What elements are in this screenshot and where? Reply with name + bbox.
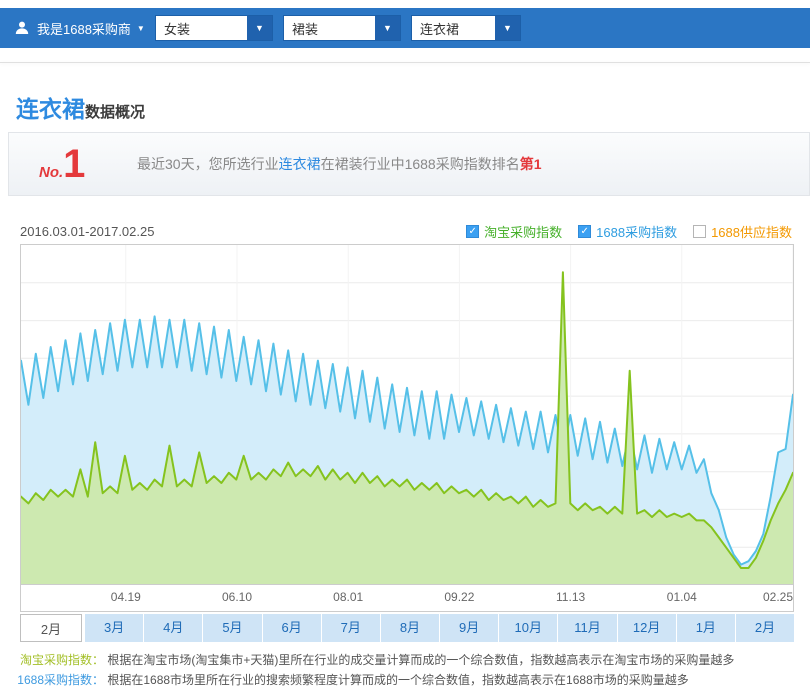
month-tab[interactable]: 10月 [499, 614, 558, 642]
index-trend-chart: 04.19 06.10 08.01 09.22 11.13 01.04 02.2… [20, 244, 794, 612]
checkbox-icon[interactable] [693, 225, 706, 238]
month-tab[interactable]: 5月 [203, 614, 262, 642]
header-divider [0, 62, 810, 63]
x-tick-label: 06.10 [222, 590, 252, 604]
x-tick-label: 04.19 [111, 590, 141, 604]
month-tab[interactable]: 1月 [677, 614, 736, 642]
month-tab[interactable]: 7月 [322, 614, 381, 642]
category-dropdown-level1[interactable]: 女装 ▼ [155, 15, 273, 41]
date-range-label: 2016.03.01-2017.02.25 [20, 224, 154, 239]
legend-1688-purchase-index[interactable]: 1688采购指数 [578, 222, 677, 241]
rank-banner: No. 1 最近30天，您所选行业连衣裙在裙装行业中1688采购指数排名第1 [8, 132, 810, 196]
title-suffix: 数据概况 [85, 104, 145, 121]
month-tab[interactable]: 9月 [440, 614, 499, 642]
chart-meta-row: 2016.03.01-2017.02.25 淘宝采购指数 1688采购指数 16… [20, 222, 792, 240]
rank-no-value: 1 [63, 144, 85, 184]
alibaba-index-description: 1688采购指数： 根据在1688市场里所在行业的搜索频繁程度计算而成的一个综合… [16, 670, 796, 690]
chart-canvas [21, 245, 793, 585]
banner-rank-highlight: 第1 [520, 156, 542, 172]
chevron-down-icon: ▼ [137, 24, 145, 33]
taobao-index-description: 淘宝采购指数： 根据在淘宝市场(淘宝集市+天猫)里所在行业的成交量计算而成的一个… [16, 650, 796, 670]
chevron-down-icon: ▼ [375, 16, 400, 40]
legend-taobao-purchase-index[interactable]: 淘宝采购指数 [466, 222, 562, 241]
x-tick-label: 02.25 [763, 590, 793, 604]
banner-segment: 最近30天，您所选行业 [137, 156, 279, 172]
person-icon [14, 20, 30, 36]
rank-no-prefix: No. [39, 164, 63, 181]
banner-keyword-link[interactable]: 连衣裙 [279, 156, 321, 172]
chevron-down-icon: ▼ [495, 16, 520, 40]
legend-1688-supply-index[interactable]: 1688供应指数 [693, 222, 792, 241]
x-tick-label: 11.13 [556, 590, 585, 604]
chart-legend: 淘宝采购指数 1688采购指数 1688供应指数 [466, 222, 792, 241]
user-menu[interactable]: 我是1688采购商 ▼ [14, 19, 145, 38]
checkbox-icon[interactable] [466, 225, 479, 238]
dropdown-value: 裙装 [284, 19, 375, 38]
month-tab[interactable]: 8月 [381, 614, 440, 642]
page: 我是1688采购商 ▼ 女装 ▼ 裙装 ▼ 连衣裙 ▼ 连衣裙数据概况 No. … [0, 0, 810, 692]
month-selector: 2月 3月 4月 5月 6月 7月 8月 9月 10月 11月 12月 1月 2… [20, 614, 794, 642]
category-dropdown-level3[interactable]: 连衣裙 ▼ [411, 15, 521, 41]
rank-banner-text: 最近30天，您所选行业连衣裙在裙装行业中1688采购指数排名第1 [137, 154, 542, 174]
dropdown-value: 连衣裙 [412, 19, 495, 38]
month-cells: 3月 4月 5月 6月 7月 8月 9月 10月 11月 12月 1月 2月 [85, 614, 794, 642]
title-keyword: 连衣裙 [16, 96, 85, 122]
x-tick-label: 08.01 [333, 590, 363, 604]
user-menu-label: 我是1688采购商 [37, 19, 131, 38]
month-tab[interactable]: 4月 [144, 614, 203, 642]
x-axis-labels: 04.19 06.10 08.01 09.22 11.13 01.04 02.2… [21, 585, 793, 610]
banner-segment: 在裙装行业中1688采购指数排名 [321, 156, 520, 172]
month-tab[interactable]: 11月 [558, 614, 617, 642]
month-tab[interactable]: 6月 [263, 614, 322, 642]
index-descriptions: 淘宝采购指数： 根据在淘宝市场(淘宝集市+天猫)里所在行业的成交量计算而成的一个… [16, 650, 796, 690]
rank-number: No. 1 [39, 144, 119, 184]
chevron-down-icon: ▼ [247, 16, 272, 40]
month-tab[interactable]: 3月 [85, 614, 144, 642]
month-current-dropdown[interactable]: 2月 [20, 614, 82, 642]
x-tick-label: 09.22 [444, 590, 474, 604]
month-tab[interactable]: 2月 [736, 614, 794, 642]
top-header: 我是1688采购商 ▼ 女装 ▼ 裙装 ▼ 连衣裙 ▼ [0, 8, 810, 48]
month-tab[interactable]: 12月 [618, 614, 677, 642]
page-title: 连衣裙数据概况 [16, 90, 145, 124]
checkbox-icon[interactable] [578, 225, 591, 238]
x-tick-label: 01.04 [667, 590, 697, 604]
dropdown-value: 女装 [156, 19, 247, 38]
category-dropdown-level2[interactable]: 裙装 ▼ [283, 15, 401, 41]
